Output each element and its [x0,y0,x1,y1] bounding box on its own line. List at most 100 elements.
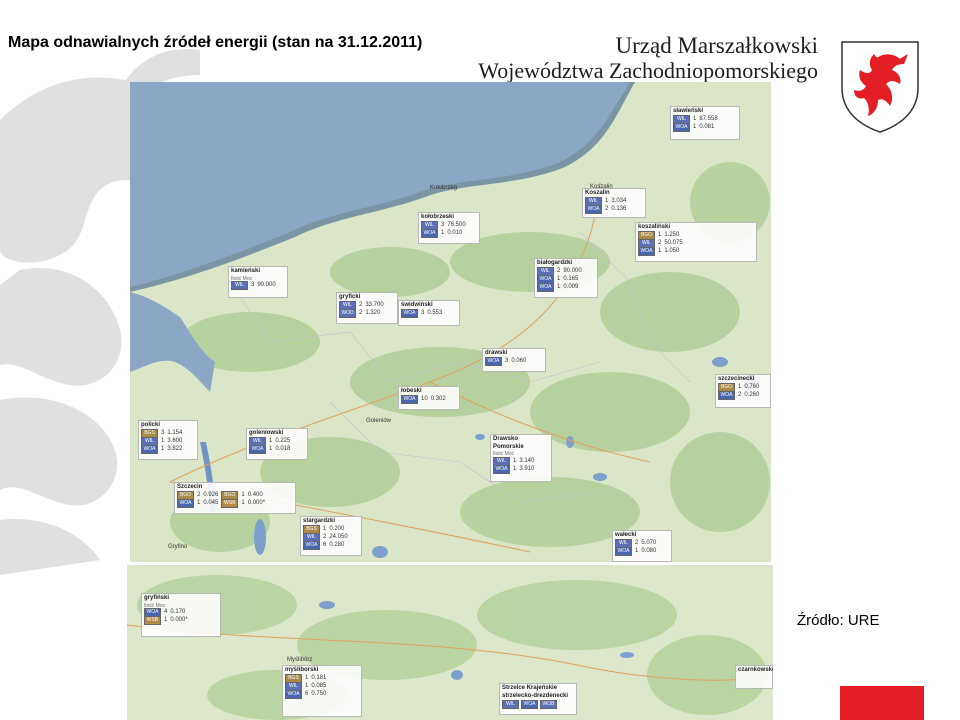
source-type-tag: WOA [718,391,735,400]
county-box-stargardzki[interactable]: stargardzki BGS 1 0.200 WIL 2 24.050 WOA 6 0.2… [300,516,362,556]
power-value: 1.250 [664,231,680,238]
county-box-lobeski[interactable]: łobeski WOA 10 0.302 [398,386,460,410]
county-box-drawski-north[interactable]: drawski WOA 3 0.060 [482,348,546,372]
count-value: 6 [305,690,309,697]
county-box-gryfinski[interactable]: gryfiński Ilość Moc WOA 4 0.170 WSB 1 0.000* [141,593,221,637]
source-type-tag: WOA [585,205,602,214]
power-value: 0.280 [329,541,345,548]
source-type-tag: WOA [615,547,632,556]
county-box-mysliborski[interactable]: myśliborski BGS 1 0.181 WIL 1 0.085 WOA 6 0.75… [282,665,362,717]
count-value: 10 [421,395,428,402]
power-value: 87.558 [699,115,718,122]
count-value: 4 [164,609,168,615]
county-box-goleniowski[interactable]: goleniowski WIL 1 0.225 WOA 1 0.018 [246,428,308,460]
count-value: 1 [513,465,517,472]
power-value: 50.075 [664,239,683,246]
source-type-tag: WOA [177,499,194,508]
power-value: 0.081 [699,123,715,130]
power-value: 0.045 [203,499,219,506]
county-box-koszalin[interactable]: Koszalin WIL 1 3.034 WOA 2 0.136 [582,188,646,218]
power-value: 0.080 [641,547,657,554]
power-value: 0.010 [447,229,463,236]
count-value: 1 [269,437,273,444]
source-type-tag: WOA [303,541,320,550]
county-box-szczecinecki[interactable]: szczecinecki BGO 1 0.760 WOA 2 0.260 [715,374,771,408]
county-box-czarnkowsko[interactable]: czarnkowsko [735,665,773,689]
city-label: Kołobrzeg [430,185,458,191]
count-value: 3 [441,221,445,228]
power-value: 3.910 [519,465,535,472]
count-value: 1 [658,231,662,238]
coat-of-arms-icon [841,41,919,133]
power-value: 1.320 [365,309,381,316]
source-type-tag: WOA [638,247,655,256]
source-type-tag: WOA [285,690,302,699]
power-value: 1.050 [664,247,680,254]
map-lower-base [127,575,773,720]
source-type-tag: WSB [221,499,239,508]
count-value: 3 [251,282,255,288]
count-value: 2 [605,205,609,212]
count-value: 1 [738,383,742,390]
county-box-policki[interactable]: policki BGS 3 1.154 WIL 1 3.600 WOA 1 3.822 [138,420,198,460]
county-box-walecki[interactable]: wałecki WIL 2 5.070 WOA 1 0.080 [612,530,672,562]
county-box-drawski[interactable]: Drawsko Pomorskie Ilość Moc WIL 1 3.140 WO… [490,434,552,482]
county-box-slawienski[interactable]: sławieński WIL 1 87.558 WOA 1 0.081 [670,106,740,140]
power-value: 0.018 [275,445,291,452]
count-value: 1 [161,437,165,444]
county-box-koszalinski[interactable]: koszaliński BGO 1 1.250 WIL 2 50.075 WOA 1 1.0… [635,222,757,262]
count-value: 1 [164,617,168,623]
source-type-tag: WOA [485,357,502,366]
county-box-kolobrzeski[interactable]: kołobrzeski WIL 3 76.500 WOA 1 0.010 [418,212,480,244]
power-value: 0.225 [275,437,291,444]
count-value: 1 [513,457,517,464]
count-value: 2 [197,491,201,498]
power-value: 0.085 [311,682,327,689]
count-value: 1 [557,275,561,282]
county-name: strzelecko-drezdenecki [502,692,569,699]
renewable-energy-map[interactable]: Kołobrzeg Koszalin Goleniów Gryfino sław… [130,82,771,562]
city-label: Myślibórz [287,657,313,663]
count-value: 1 [693,115,697,122]
office-name-line2: Województwa Zachodniopomorskiego [478,58,818,83]
source-type-tag: WIL [502,700,519,709]
count-value: 1 [269,445,273,452]
source-type-tag: WIL [231,281,248,291]
power-value: 3.034 [611,197,627,204]
office-name-line1: Urząd Marszałkowski [615,33,818,58]
count-value: 2 [738,391,742,398]
power-value: 0.926 [203,491,219,498]
source-type-tag: WOA [537,283,554,292]
count-value: 2 [658,239,662,246]
source-type-tag: WOA [401,309,418,318]
county-box-kamienski[interactable]: kamieński Ilość Moc WIL 3 90.000 [228,266,288,298]
county-box-gryficki[interactable]: gryficki WIL 2 33.700 WOD 2 1.320 [336,292,398,324]
count-value: 1 [305,674,309,681]
slide-title: Mapa odnawialnych źródeł energii (stan n… [8,34,423,51]
source-note: Źródło: URE [797,612,880,629]
source-type-tag: WOA [249,445,266,454]
county-box-szczecin[interactable]: Szczecin BGO 2 0.926 BGO 1 0.400 WOA 1 0.045 WSB… [174,482,296,514]
count-value: 1 [161,445,165,452]
source-type-tag: WOA [421,229,438,238]
count-value: 1 [441,229,445,236]
source-type-tag: WOA [141,445,158,454]
power-value: 0.553 [427,309,443,316]
power-value: 76.500 [447,221,466,228]
power-value: 24.050 [329,533,348,540]
county-box-swidwinski[interactable]: świdwiński WOA 3 0.553 [398,300,460,326]
power-value: 0.000* [170,617,188,623]
count-value: 1 [323,525,327,532]
power-value: 0.170 [170,609,186,615]
county-box-bialogardzki[interactable]: białogardzki WIL 2 90.000 WOA 1 0.165 WOA 1 0.… [534,258,598,298]
renewable-energy-map-lower[interactable]: gryfiński Ilość Moc WOA 4 0.170 WSB 1 0.000*… [127,565,773,720]
county-box-strzelecko-drezdenecki[interactable]: Strzelce Krajeńskie strzelecko-drezdenec… [499,683,577,715]
source-type-tag: WOA [521,700,538,709]
power-value: 0.000* [247,499,266,506]
county-name: koszaliński [638,224,671,230]
count-value: 2 [635,539,639,546]
count-value: 3 [421,309,425,316]
count-value: 3 [161,429,165,436]
power-value: 3.822 [167,445,183,452]
county-name: czarnkowsko [738,667,773,673]
